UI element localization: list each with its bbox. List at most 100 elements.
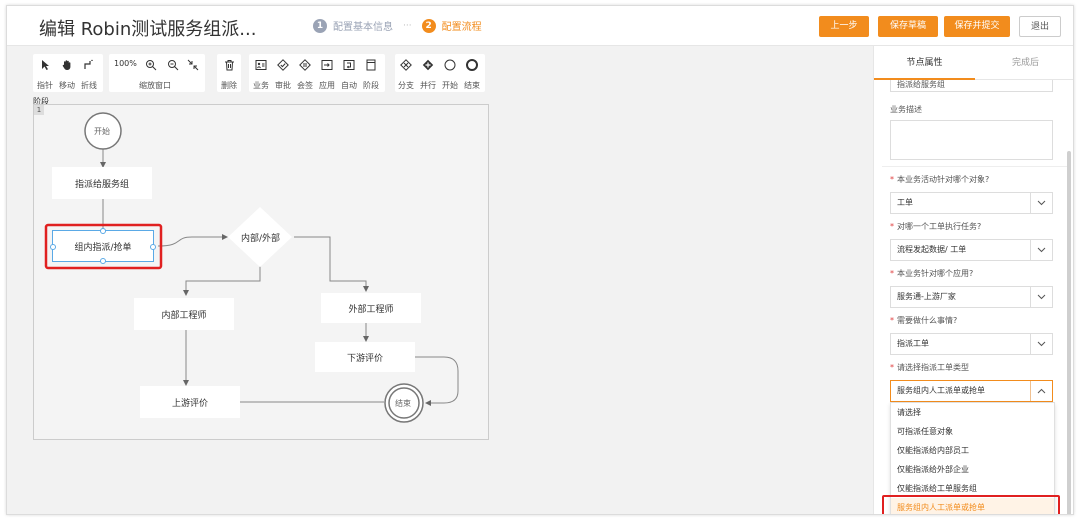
start-label: 开始 [442,81,458,90]
business-desc-label: 业务描述 [890,105,922,114]
q2-label: * 对哪一个工单执行任务? [890,222,982,231]
node-assign-service-group[interactable]: 指派给服务组 [52,167,152,199]
zoom-value: 100% [114,59,137,68]
start-node-label[interactable]: 开始 [94,126,110,137]
countersign-icon[interactable] [297,57,313,73]
handle-bottom[interactable] [100,258,106,264]
toolbar-gateway-group: 分支 并行 开始 结束 [395,54,485,92]
handle-right[interactable] [150,244,156,250]
chevron-down-icon [1030,240,1052,260]
business-icon[interactable] [253,57,269,73]
dropdown-option[interactable]: 可指派任意对象 [891,422,1054,441]
step-indicator: 1 配置基本信息 ··· 2 配置流程 [313,18,482,33]
properties-panel: 节点属性 完成后 指派给服务组 业务描述 * 本业务活动针对哪个对象? 工单 * 对… [873,46,1073,514]
trash-icon[interactable] [221,57,237,73]
parallel-label: 并行 [420,81,436,90]
fit-window-icon[interactable] [185,57,201,73]
stage-label: 阶段 [363,81,379,90]
node-external-engineer[interactable]: 外部工程师 [321,293,421,323]
end-label: 结束 [464,81,480,90]
delete-label: 删除 [221,81,237,90]
toolbar-nodes-group: 业务 审批 会签 应用 自动 阶段 [249,54,385,92]
q5-select-value: 服务组内人工派单或抢单 [897,386,985,395]
polyline-label: 折线 [81,81,97,90]
q3-select-value: 服务通-上游厂家 [897,292,956,301]
toolbar-delete-group: 删除 [217,54,241,92]
node-internal-external[interactable]: 内部/外部 [241,231,280,244]
tab-after-completion[interactable]: 完成后 [975,46,1073,80]
chevron-down-icon [1030,287,1052,307]
prev-step-button[interactable]: 上一步 [819,16,869,37]
editor-window: 编辑 Robin测试服务组派... 1 配置基本信息 ··· 2 配置流程 上一… [6,5,1074,515]
business-desc-textarea[interactable] [890,120,1053,160]
q4-select-value: 指派工单 [897,339,929,348]
application-icon[interactable] [319,57,335,73]
zoom-window-label: 缩放窗口 [139,81,171,90]
move-label: 移动 [59,81,75,90]
dropdown-option[interactable]: 请选择 [891,403,1054,422]
q4-label: * 需要做什么事情? [890,316,958,325]
application-label: 应用 [319,81,335,90]
step-1-label[interactable]: 配置基本信息 [333,18,393,33]
edge-group-diamond [157,234,228,247]
end-node-label[interactable]: 结束 [395,398,411,409]
start-circle-icon[interactable] [442,57,458,73]
chevron-up-icon [1030,381,1052,401]
zoom-in-icon[interactable] [143,57,159,73]
pointer-label: 指针 [37,81,53,90]
approve-icon[interactable] [275,57,291,73]
step-2-label[interactable]: 配置流程 [442,18,482,33]
edge-diamond-external [294,236,369,292]
pointer-icon[interactable] [37,57,53,73]
flow-canvas[interactable]: 1 开始 指派给服务组 组内指派/抢单 内部/外部 内部工程师 外部工程师 下游… [33,104,489,440]
business-label: 业务 [253,81,269,90]
dropdown-option[interactable]: 仅能指派给内部员工 [891,441,1054,460]
zoom-out-icon[interactable] [165,57,181,73]
q1-label: * 本业务活动针对哪个对象? [890,175,990,184]
node-upstream-review[interactable]: 上游评价 [140,386,240,418]
toolbar-tools-group: 指针 移动 折线 [33,54,103,92]
chevron-down-icon [1030,334,1052,354]
chevron-down-icon [1030,193,1052,213]
panel-scrollbar[interactable] [1067,151,1071,514]
q1-select[interactable]: 工单 [890,192,1053,214]
handle-top[interactable] [100,228,106,234]
end-circle-icon[interactable] [464,57,480,73]
node-group-grab-label: 组内指派/抢单 [74,242,132,253]
header-bar: 编辑 Robin测试服务组派... 1 配置基本信息 ··· 2 配置流程 上一… [7,6,1073,46]
q4-select[interactable]: 指派工单 [890,333,1053,355]
step-1-number: 1 [313,18,327,33]
tab-node-properties[interactable]: 节点属性 [874,46,975,80]
node-internal-engineer[interactable]: 内部工程师 [134,298,234,330]
countersign-label: 会签 [297,81,313,90]
approve-label: 审批 [275,81,291,90]
save-submit-button[interactable]: 保存并提交 [944,16,1010,37]
exit-button[interactable]: 退出 [1019,16,1061,37]
selected-option-highlight [882,495,1060,514]
step-separator: ··· [403,20,412,31]
handle-left[interactable] [50,244,56,250]
step-2-number: 2 [421,18,436,33]
save-draft-button[interactable]: 保存草稿 [878,16,938,37]
page-title: 编辑 Robin测试服务组派... [39,19,257,40]
auto-label: 自动 [341,81,357,90]
node-name-input[interactable]: 指派给服务组 [890,80,1053,92]
polyline-icon[interactable] [81,57,97,73]
q5-label: * 请选择指派工单类型 [890,363,969,372]
q3-select[interactable]: 服务通-上游厂家 [890,286,1053,308]
q1-select-value: 工单 [897,198,913,207]
hand-move-icon[interactable] [59,57,75,73]
parallel-icon[interactable] [420,57,436,73]
q2-select[interactable]: 流程发起数据/ 工单 [890,239,1053,261]
auto-icon[interactable] [341,57,357,73]
flow-connectors [44,112,459,423]
panel-tabs: 节点属性 完成后 [874,46,1073,80]
q3-label: * 本业务针对哪个应用? [890,269,974,278]
dropdown-option[interactable]: 仅能指派给外部企业 [891,460,1054,479]
node-downstream-review[interactable]: 下游评价 [315,342,415,372]
q5-select[interactable]: 服务组内人工派单或抢单 [890,380,1053,402]
branch-icon[interactable] [398,57,414,73]
divider [882,166,1068,167]
stage-icon[interactable] [363,57,379,73]
node-group-grab[interactable]: 组内指派/抢单 [50,228,156,264]
